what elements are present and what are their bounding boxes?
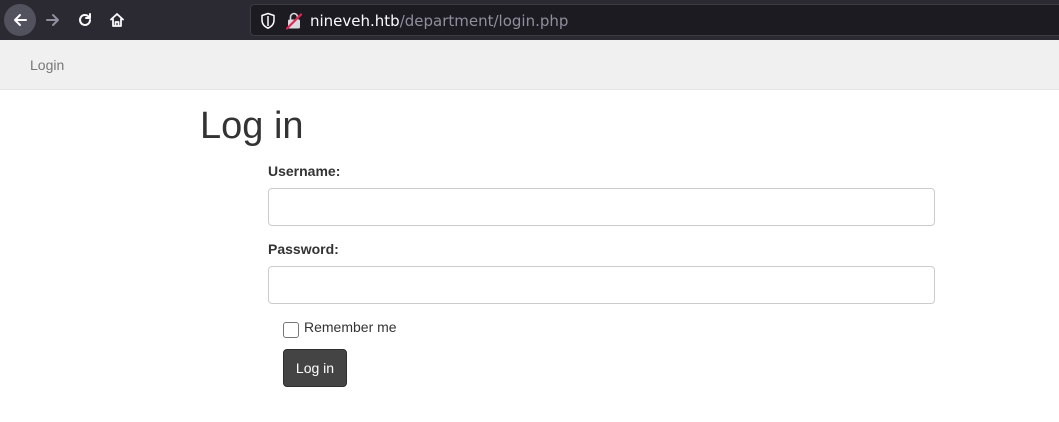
- browser-toolbar: nineveh.htb/department/login.php: [0, 0, 1059, 40]
- reload-button[interactable]: [69, 4, 101, 36]
- url-host: nineveh.htb: [310, 12, 400, 30]
- site-navbar: Login: [0, 40, 1059, 90]
- url-path: /department/login.php: [399, 12, 569, 30]
- forward-button[interactable]: [37, 4, 69, 36]
- nav-login-link[interactable]: Login: [30, 57, 64, 73]
- shield-icon[interactable]: [260, 12, 276, 30]
- url-text[interactable]: nineveh.htb/department/login.php: [310, 12, 568, 30]
- password-input[interactable]: [268, 266, 935, 304]
- username-input[interactable]: [268, 188, 935, 226]
- remember-me-label[interactable]: Remember me: [304, 319, 397, 335]
- page-title: Log in: [200, 105, 304, 147]
- home-icon: [110, 13, 124, 27]
- home-button[interactable]: [101, 4, 133, 36]
- back-arrow-icon: [14, 14, 27, 26]
- back-button[interactable]: [4, 4, 36, 36]
- reload-icon: [79, 13, 91, 26]
- forward-arrow-icon: [46, 14, 59, 26]
- url-bar[interactable]: nineveh.htb/department/login.php: [250, 4, 1059, 36]
- username-label: Username:: [268, 163, 341, 179]
- insecure-lock-icon[interactable]: [286, 12, 302, 30]
- remember-me-checkbox[interactable]: [283, 322, 299, 338]
- password-label: Password:: [268, 241, 339, 257]
- login-button[interactable]: Log in: [283, 349, 347, 387]
